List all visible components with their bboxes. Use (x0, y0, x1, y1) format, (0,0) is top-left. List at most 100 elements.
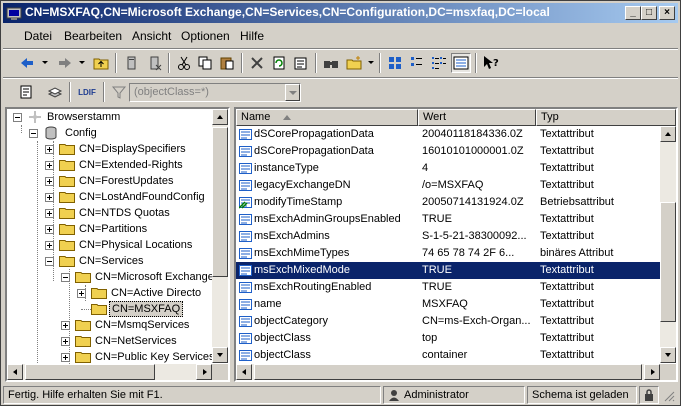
expand-toggle[interactable] (45, 193, 54, 202)
scroll-thumb[interactable] (212, 127, 228, 277)
tree-item[interactable]: CN=Microsoft Exchange (7, 269, 217, 285)
tree-item[interactable]: CN=Physical Locations (7, 237, 217, 253)
column-header-name[interactable]: Name (236, 109, 418, 126)
table-row[interactable]: modifyTimeStamp 20050714131924.0Z Betriebs… (236, 194, 660, 211)
tree-item[interactable]: CN=Services (7, 253, 217, 269)
table-row[interactable]: msExchRoutingEnabled TRUE Textattribut (236, 279, 660, 296)
scroll-left-button[interactable] (236, 364, 252, 380)
menu-hilfe[interactable]: Hilfe (240, 29, 264, 43)
collapse-toggle[interactable] (61, 273, 70, 282)
back-dropdown-icon[interactable] (42, 61, 48, 64)
expand-toggle[interactable] (45, 241, 54, 250)
disconnect-button[interactable] (144, 53, 164, 73)
list-vertical-scrollbar[interactable] (660, 126, 676, 363)
large-icons-button[interactable] (385, 53, 405, 73)
expand-toggle[interactable] (77, 289, 86, 298)
refresh-button[interactable] (269, 53, 289, 73)
expand-toggle[interactable] (45, 209, 54, 218)
small-icons-button[interactable] (407, 53, 427, 73)
expand-toggle[interactable] (45, 225, 54, 234)
scroll-right-button[interactable] (196, 364, 212, 380)
menu-datei[interactable]: Datei (24, 29, 52, 43)
tree-item[interactable]: CN=DisplaySpecifiers (7, 141, 217, 157)
connect-button[interactable] (121, 53, 141, 73)
maximize-button[interactable]: □ (641, 6, 657, 20)
expand-toggle[interactable] (45, 177, 54, 186)
table-row[interactable]: name MSXFAQ Textattribut (236, 296, 660, 313)
delete-button[interactable] (247, 53, 267, 73)
menu-bearbeiten[interactable]: Bearbeiten (64, 29, 122, 43)
filter-button[interactable] (109, 82, 129, 102)
copy-button[interactable] (195, 53, 215, 73)
tree-item[interactable]: CN=Partitions (7, 221, 217, 237)
tree-item[interactable]: CN=MsmqServices (7, 317, 217, 333)
tree-vertical-scrollbar[interactable] (212, 109, 228, 363)
filter-dropdown-button[interactable] (285, 84, 300, 101)
close-button[interactable]: × (659, 6, 675, 20)
scroll-up-button[interactable] (212, 109, 228, 125)
new-object-dropdown-icon[interactable] (368, 61, 374, 64)
cut-button[interactable] (174, 53, 194, 73)
tree-item-config[interactable]: Config (7, 125, 217, 141)
collapse-toggle[interactable] (45, 257, 54, 266)
menu-optionen[interactable]: Optionen (181, 29, 230, 43)
table-row[interactable]: instanceType 4 Textattribut (236, 160, 660, 177)
expand-toggle[interactable] (61, 353, 70, 362)
stack-view-button[interactable] (45, 82, 65, 102)
new-query-button[interactable] (17, 82, 37, 102)
collapse-toggle[interactable] (29, 129, 38, 138)
collapse-toggle[interactable] (13, 113, 22, 122)
up-level-button[interactable] (91, 53, 111, 73)
ldif-button[interactable]: LDIF (75, 82, 99, 102)
back-button[interactable] (17, 53, 37, 73)
tree-item[interactable]: CN=LostAndFoundConfig (7, 189, 217, 205)
help-button[interactable]: ? (481, 53, 501, 73)
table-row[interactable]: objectClass container Textattribut (236, 347, 660, 364)
tree-item[interactable]: CN=Extended-Rights (7, 157, 217, 173)
table-row[interactable]: msExchAdmins S-1-5-21-38300092... Textattr… (236, 228, 660, 245)
scroll-thumb[interactable] (254, 364, 642, 380)
table-row[interactable]: dSCorePropagationData 20040118184336.0Z Te… (236, 126, 660, 143)
list-view-button[interactable] (429, 53, 449, 73)
expand-toggle[interactable] (45, 145, 54, 154)
scroll-thumb[interactable] (660, 202, 676, 322)
forward-button[interactable] (55, 53, 75, 73)
table-row[interactable]: msExchMixedMode TRUE Textattribut (236, 262, 660, 279)
scroll-down-button[interactable] (660, 347, 676, 363)
expand-toggle[interactable] (61, 337, 70, 346)
resize-grip-icon[interactable] (663, 390, 675, 402)
scroll-left-button[interactable] (7, 364, 23, 380)
table-row[interactable]: dSCorePropagationData 16010101000001.0Z Te… (236, 143, 660, 160)
tree-item[interactable]: CN=Active Directo (7, 285, 217, 301)
minimize-button[interactable]: _ (625, 6, 641, 20)
tree-item[interactable]: CN=Public Key Services (7, 349, 217, 365)
table-row[interactable]: objectClass top Textattribut (236, 330, 660, 347)
tree-item-root[interactable]: Browserstamm (7, 109, 217, 125)
scroll-up-button[interactable] (660, 126, 676, 142)
properties-button[interactable] (291, 53, 311, 73)
filter-input[interactable]: (objectClass=*) (129, 83, 301, 102)
expand-toggle[interactable] (45, 161, 54, 170)
column-header-value[interactable]: Wert (418, 109, 536, 126)
table-row[interactable]: legacyExchangeDN/o=MSXFAQ Textattribut (236, 177, 660, 194)
title-bar[interactable]: CN=MSXFAQ,CN=Microsoft Exchange,CN=Servi… (3, 3, 678, 23)
menu-ansicht[interactable]: Ansicht (132, 29, 171, 43)
tree-pane[interactable]: Browserstamm Config CN=DisplaySpecifiers… (5, 107, 230, 382)
tree-item[interactable]: CN=MSXFAQ (7, 301, 217, 317)
column-header-type[interactable]: Typ (536, 109, 676, 126)
scroll-right-button[interactable] (644, 364, 660, 380)
table-row[interactable]: objectCategory CN=ms-Exch-Organ... Textatt… (236, 313, 660, 330)
details-view-button[interactable] (451, 53, 471, 73)
attribute-list-pane[interactable]: Name Wert Typ dSCorePropagationData 20040… (234, 107, 678, 382)
tree-item[interactable]: CN=NTDS Quotas (7, 205, 217, 221)
table-row[interactable]: msExchAdminGroupsEnabled TRUE Textattribut (236, 211, 660, 228)
tree-horizontal-scrollbar[interactable] (7, 364, 212, 380)
find-button[interactable] (321, 53, 341, 73)
list-horizontal-scrollbar[interactable] (236, 364, 660, 380)
scroll-thumb[interactable] (25, 364, 155, 380)
expand-toggle[interactable] (61, 321, 70, 330)
tree-item[interactable]: CN=ForestUpdates (7, 173, 217, 189)
table-row[interactable]: msExchMimeTypes 74 65 78 74 2F 6... binäre… (236, 245, 660, 262)
scroll-down-button[interactable] (212, 347, 228, 363)
tree-item[interactable]: CN=NetServices (7, 333, 217, 349)
